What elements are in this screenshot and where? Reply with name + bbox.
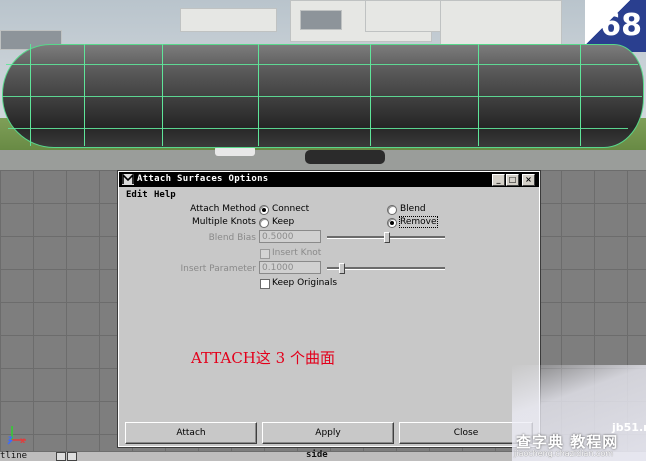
attach-method-label: Attach Method bbox=[190, 204, 256, 214]
apply-button[interactable]: Apply bbox=[262, 422, 394, 444]
isoparm-line bbox=[162, 44, 163, 146]
insert-parameter-field[interactable]: 0.1000 bbox=[259, 261, 321, 274]
isoparm-line bbox=[30, 44, 31, 146]
insert-knot-checkbox[interactable] bbox=[260, 249, 270, 259]
axis-x-label: x bbox=[20, 436, 26, 445]
isoparm-line bbox=[478, 44, 479, 146]
dialog-title: Attach Surfaces Options bbox=[137, 174, 269, 184]
isoparm-line bbox=[258, 44, 259, 146]
multiple-knots-remove-radio[interactable] bbox=[387, 218, 397, 228]
isoparm-line bbox=[84, 44, 85, 146]
insert-knot-label: Insert Knot bbox=[272, 248, 322, 258]
attach-button[interactable]: Attach bbox=[125, 422, 257, 444]
minimize-button[interactable]: _ bbox=[492, 174, 505, 186]
close-window-button[interactable]: × bbox=[522, 174, 535, 186]
multiple-knots-remove-label[interactable]: Remove bbox=[399, 216, 438, 228]
axis-z-label: z bbox=[8, 434, 13, 443]
insert-parameter-label: Insert Parameter bbox=[180, 264, 257, 274]
blend-bias-slider-thumb[interactable] bbox=[384, 232, 390, 243]
panel-window-buttons[interactable] bbox=[56, 452, 78, 461]
keep-originals-checkbox[interactable] bbox=[260, 279, 270, 289]
side-view-label: side bbox=[306, 450, 328, 460]
keep-originals-label[interactable]: Keep Originals bbox=[272, 278, 337, 288]
menu-bar: Edit Help bbox=[119, 188, 539, 201]
isoparm-line bbox=[2, 96, 642, 97]
attach-method-connect-radio[interactable] bbox=[259, 205, 269, 215]
watermark: jb51.net 查字典 教程网 jiaocheng.chazidian.com bbox=[512, 365, 646, 461]
menu-help[interactable]: Help bbox=[154, 190, 176, 200]
multiple-knots-label: Multiple Knots bbox=[192, 217, 256, 227]
attach-method-connect-label[interactable]: Connect bbox=[272, 204, 309, 214]
attach-surfaces-options-dialog: Attach Surfaces Options _ □ × Edit Help … bbox=[117, 170, 541, 448]
outliner-label: tline bbox=[0, 451, 28, 461]
isoparm-line bbox=[6, 64, 638, 65]
isoparm-line bbox=[370, 44, 371, 146]
multiple-knots-keep-label[interactable]: Keep bbox=[272, 217, 294, 227]
insert-parameter-slider-thumb[interactable] bbox=[338, 263, 345, 274]
isoparm-line bbox=[580, 44, 581, 146]
attach-method-blend-radio[interactable] bbox=[387, 205, 397, 215]
blend-bias-field[interactable]: 0.5000 bbox=[259, 230, 321, 243]
maximize-button[interactable]: □ bbox=[506, 174, 519, 186]
multiple-knots-keep-radio[interactable] bbox=[259, 218, 269, 228]
attach-method-blend-label[interactable]: Blend bbox=[400, 204, 426, 214]
tail-text: 68 bbox=[600, 8, 642, 43]
blend-bias-label: Blend Bias bbox=[208, 233, 256, 243]
menu-edit[interactable]: Edit bbox=[126, 190, 148, 200]
tutorial-annotation: ATTACH这 3 个曲面 bbox=[191, 349, 335, 367]
isoparm-line bbox=[8, 128, 628, 129]
maya-logo-icon bbox=[122, 174, 134, 185]
watermark-url: jiaocheng.chazidian.com bbox=[514, 449, 614, 458]
dialog-titlebar[interactable]: Attach Surfaces Options _ □ × bbox=[119, 172, 539, 187]
